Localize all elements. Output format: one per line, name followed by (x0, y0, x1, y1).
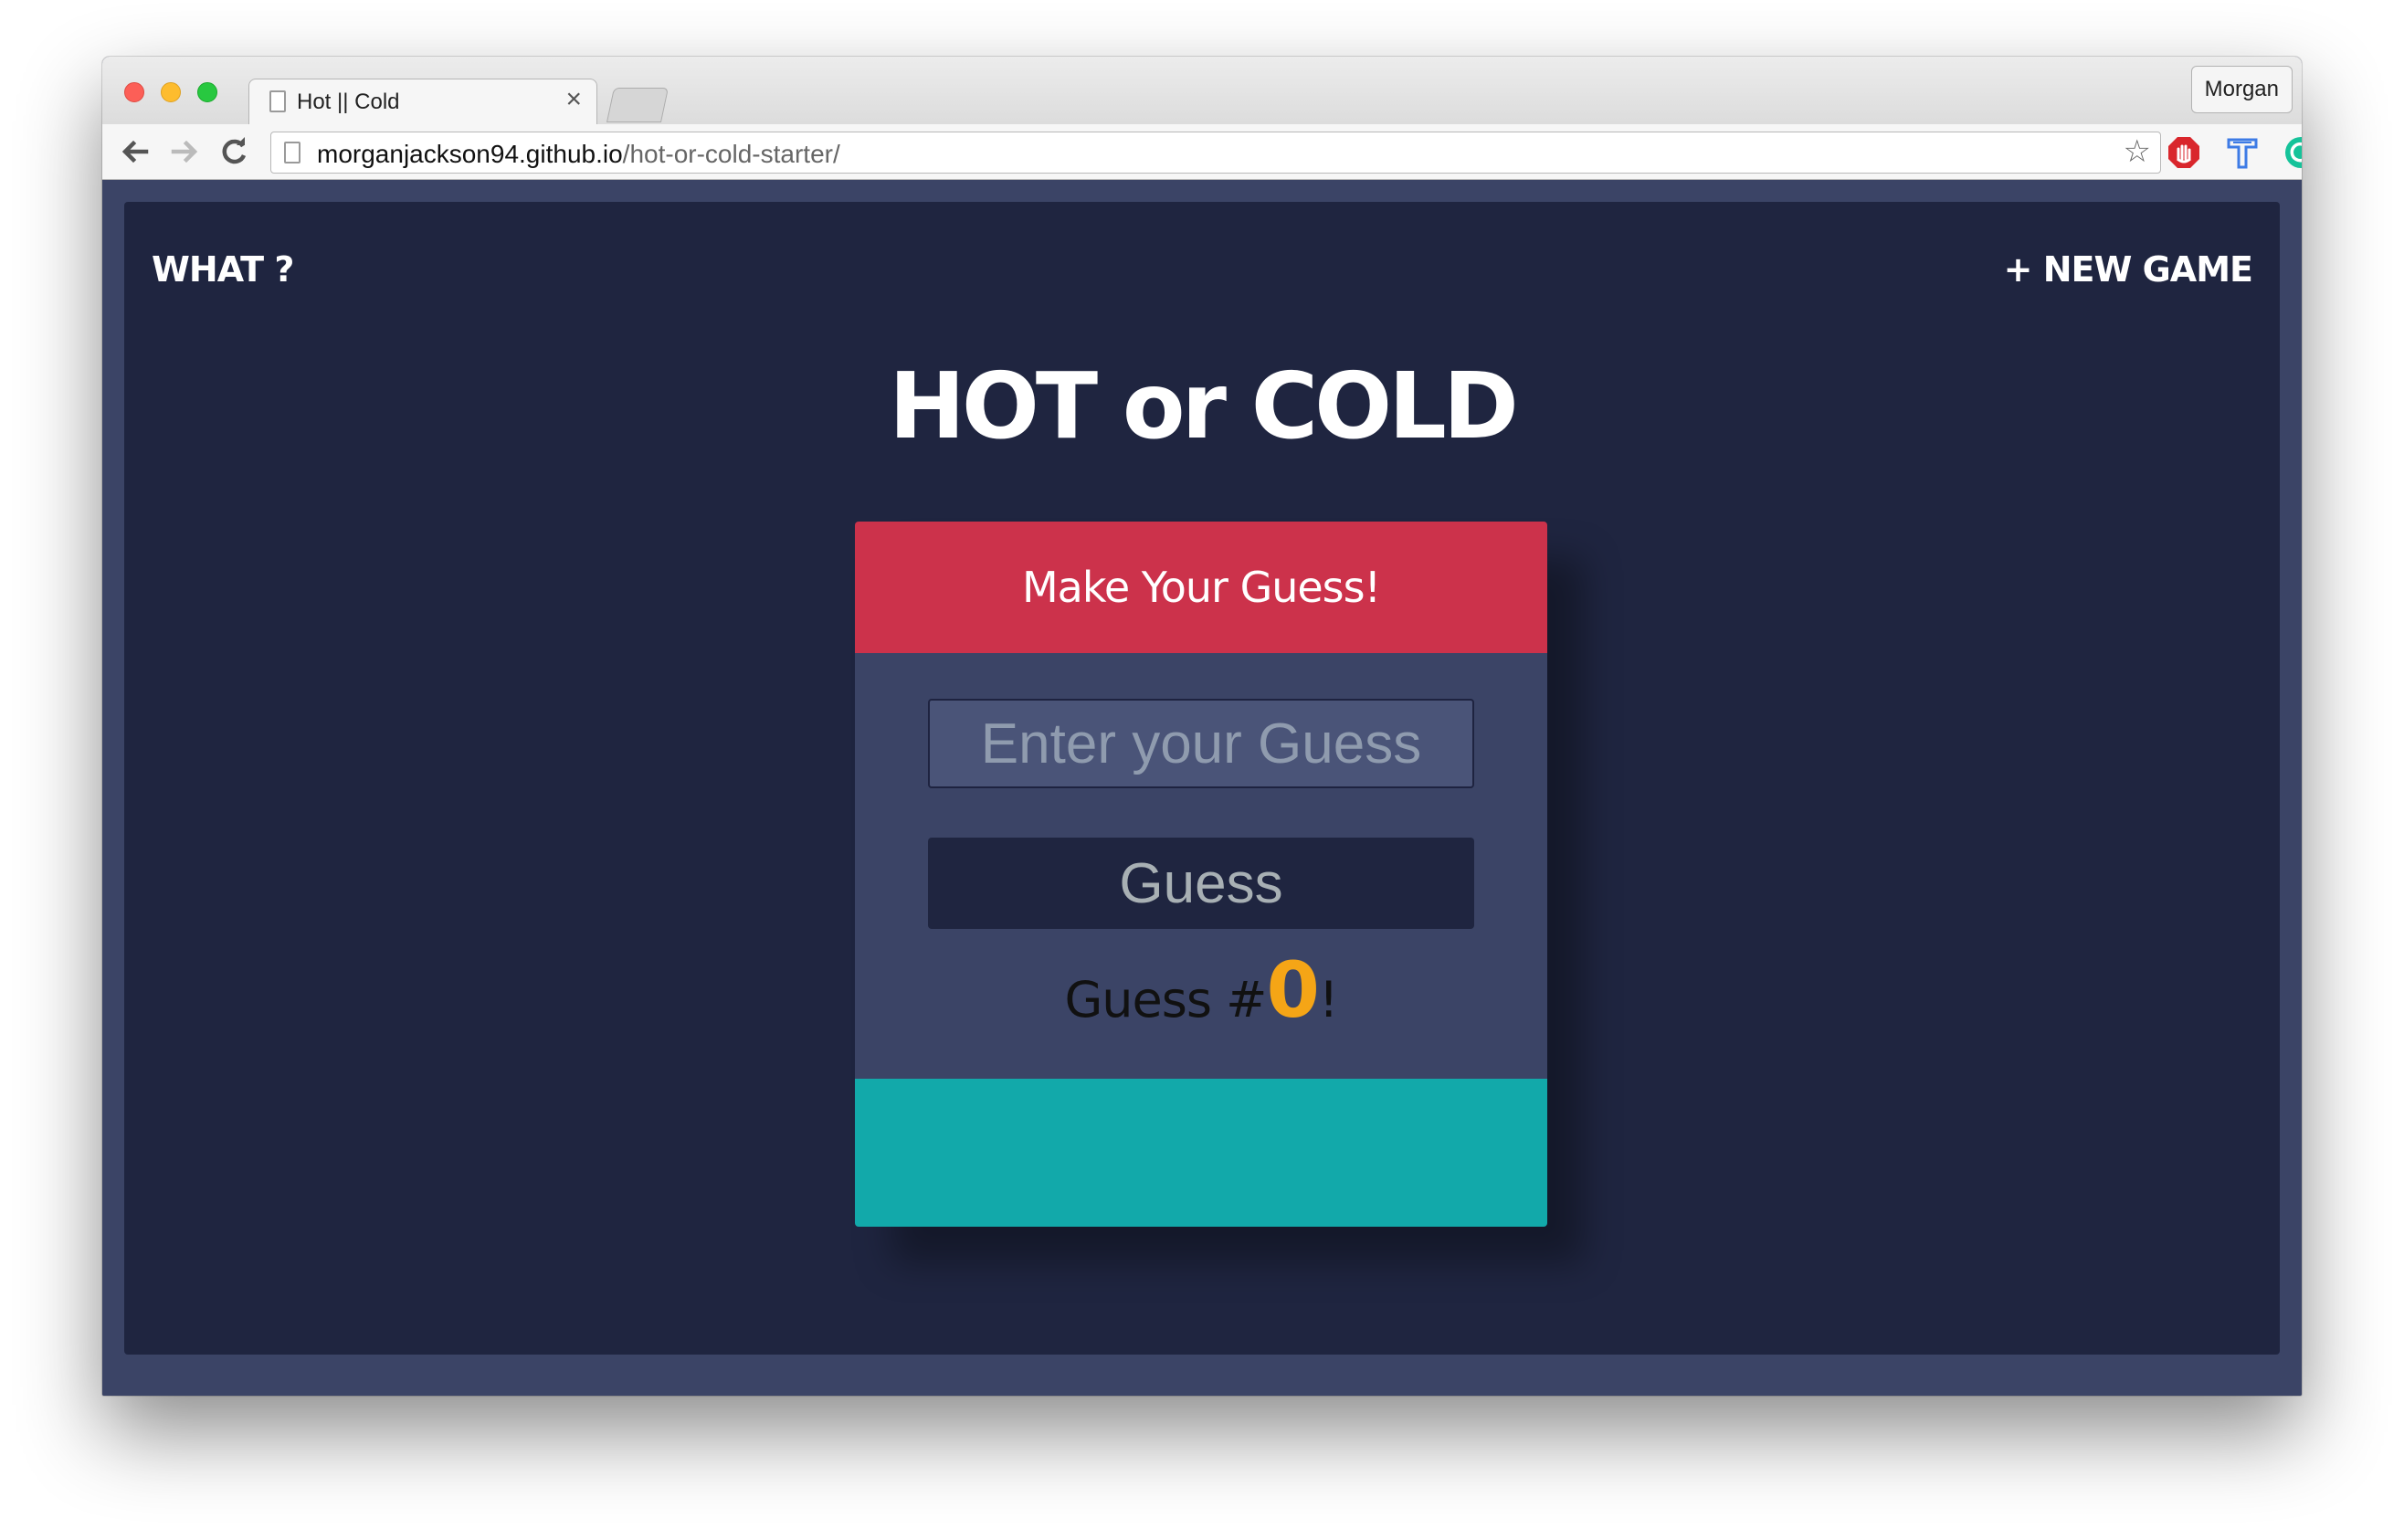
guess-counter: Guess #0! (855, 945, 1547, 1035)
new-tab-button[interactable] (606, 88, 670, 122)
counter-suffix: ! (1318, 971, 1339, 1028)
guess-history-area (855, 1079, 1547, 1227)
reload-icon[interactable] (216, 133, 252, 170)
page-icon (284, 142, 300, 163)
profile-button[interactable]: Morgan (2190, 66, 2293, 113)
feedback-header: Make Your Guess! (855, 522, 1547, 653)
url-path: /hot-or-cold-starter/ (622, 140, 840, 168)
url-text: morganjackson94.github.io/hot-or-cold-st… (317, 140, 840, 169)
grammarly-icon[interactable] (2283, 135, 2302, 170)
counter-prefix: Guess # (1064, 971, 1267, 1028)
address-bar[interactable]: morganjackson94.github.io/hot-or-cold-st… (270, 132, 2161, 174)
guess-form: Guess Guess #0! (855, 653, 1547, 1079)
forward-arrow-icon[interactable] (166, 133, 203, 170)
tab-close-icon[interactable]: × (565, 84, 582, 114)
page-icon (269, 90, 286, 112)
browser-window: Hot || Cold × Morgan morganjackson94.git… (102, 57, 2302, 1396)
what-link[interactable]: WHAT ? (152, 249, 294, 290)
minimize-window-button[interactable] (161, 82, 181, 102)
back-arrow-icon[interactable] (117, 133, 153, 170)
new-game-link[interactable]: + NEW GAME (2004, 249, 2253, 290)
browser-tab[interactable]: Hot || Cold × (248, 79, 597, 127)
bookmark-star-icon[interactable]: ☆ (2124, 136, 2151, 167)
adblock-icon[interactable] (2167, 135, 2201, 170)
guess-input[interactable] (928, 699, 1474, 788)
tab-strip: Hot || Cold × Morgan (102, 57, 2302, 127)
guess-button[interactable]: Guess (928, 838, 1474, 929)
url-host: morganjackson94.github.io (317, 140, 623, 168)
close-window-button[interactable] (124, 82, 144, 102)
page-viewport: WHAT ? + NEW GAME HOT or COLD Make Your … (102, 180, 2302, 1396)
maximize-window-button[interactable] (197, 82, 217, 102)
extension-t-icon[interactable] (2225, 135, 2260, 170)
guess-card: Make Your Guess! Guess Guess #0! (855, 522, 1547, 1227)
tab-title: Hot || Cold (297, 90, 400, 114)
page-title: HOT or COLD (889, 353, 1519, 459)
browser-toolbar: morganjackson94.github.io/hot-or-cold-st… (102, 124, 2302, 180)
game-page: WHAT ? + NEW GAME HOT or COLD Make Your … (124, 202, 2280, 1355)
guess-count: 0 (1266, 945, 1319, 1035)
